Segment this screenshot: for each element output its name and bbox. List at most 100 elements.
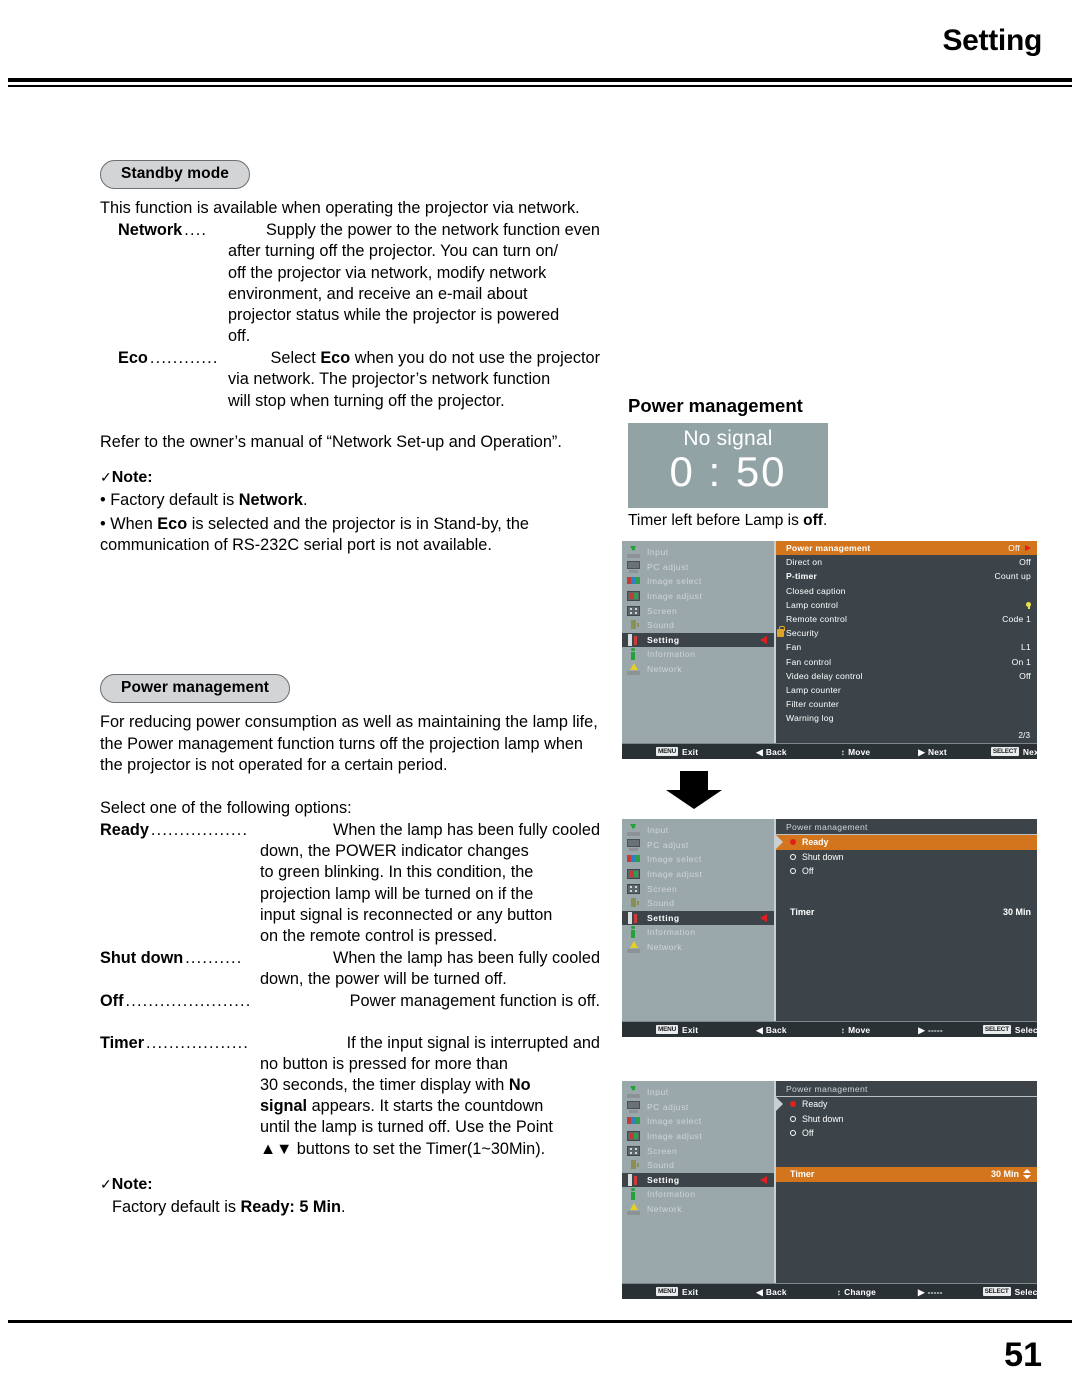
- sidebar-item-information[interactable]: Information: [622, 925, 774, 940]
- bar-action-select[interactable]: SELECT Select: [982, 1287, 1041, 1297]
- bar-action-select[interactable]: SELECT Select: [982, 1025, 1041, 1035]
- section-power-management: Power management For reducing power cons…: [100, 674, 600, 1217]
- menu-item-warning-log[interactable]: Warning log: [776, 711, 1037, 725]
- sidebar-item-information[interactable]: Information: [622, 1187, 774, 1202]
- menu-item-label: Fan: [786, 642, 802, 653]
- sidebar-item-image-select[interactable]: Image select: [622, 574, 774, 589]
- definition-line: When the lamp has been fully cooled: [333, 949, 600, 968]
- menu-item-value: Code 1: [1002, 614, 1031, 625]
- sidebar-item-screen[interactable]: Screen: [622, 603, 774, 618]
- sidebar-item-image-adjust[interactable]: Image adjust: [622, 589, 774, 604]
- menu-item-fan-control[interactable]: Fan control On 1: [776, 655, 1037, 669]
- definition-line: input signal is reconnected or any butto…: [260, 905, 553, 924]
- setting-icon: [626, 1173, 641, 1186]
- timer-setting-row[interactable]: Timer 30 Min: [776, 905, 1037, 920]
- sidebar-item-sound[interactable]: Sound: [622, 896, 774, 911]
- select-key-icon: SELECT: [990, 747, 1019, 756]
- sidebar-item-image-adjust[interactable]: Image adjust: [622, 1129, 774, 1144]
- menu-item-remote-control[interactable]: Remote control Code 1: [776, 612, 1037, 626]
- option-off[interactable]: Off: [776, 864, 1037, 879]
- sidebar-item-image-adjust[interactable]: Image adjust: [622, 867, 774, 882]
- sidebar-item-label: Screen: [647, 883, 678, 894]
- menu-item-lamp-counter[interactable]: Lamp counter: [776, 683, 1037, 697]
- up-down-stepper-icon[interactable]: [1023, 1169, 1031, 1180]
- menu-item-lamp-control[interactable]: Lamp control: [776, 598, 1037, 612]
- no-signal-caption: Timer left before Lamp is off.: [628, 512, 828, 529]
- menu-item-closed-caption[interactable]: Closed caption: [776, 584, 1037, 598]
- definition-leader: ..........: [185, 949, 243, 968]
- sidebar-item-network[interactable]: Network: [622, 1202, 774, 1217]
- sidebar-item-image-select[interactable]: Image select: [622, 852, 774, 867]
- sidebar-item-sound[interactable]: Sound: [622, 1158, 774, 1173]
- timer-setting-row[interactable]: Timer 30 Min: [776, 1166, 1037, 1182]
- sidebar-item-network[interactable]: Network: [622, 940, 774, 955]
- menu-key-icon: MENU: [656, 1287, 679, 1296]
- option-off[interactable]: Off: [776, 1126, 1037, 1141]
- image-adjust-icon: [626, 1130, 641, 1142]
- bar-action-exit[interactable]: MENU Exit: [656, 747, 698, 757]
- bar-action-exit[interactable]: MENU Exit: [656, 1025, 698, 1035]
- sidebar-item-pc-adjust[interactable]: PC adjust: [622, 838, 774, 853]
- bar-action-placeholder[interactable]: ▶ -----: [918, 1287, 943, 1297]
- bar-action-back[interactable]: ◀ Back: [756, 1287, 786, 1297]
- timer-value: 30 Min: [990, 1169, 1019, 1180]
- sidebar-item-pc-adjust[interactable]: PC adjust: [622, 1100, 774, 1115]
- bar-action-select-next[interactable]: SELECT Next: [990, 747, 1042, 757]
- sidebar-item-network[interactable]: Network: [622, 662, 774, 677]
- note-check-icon: ✓: [100, 468, 112, 485]
- bar-action-placeholder[interactable]: ▶ -----: [918, 1025, 943, 1035]
- sidebar-item-information[interactable]: Information: [622, 647, 774, 662]
- definition-leader: ....: [184, 221, 208, 240]
- menu-item-power-management[interactable]: Power management Off: [776, 541, 1037, 556]
- right-column-title: Power management: [628, 395, 803, 416]
- bar-action-move[interactable]: ↕ Move: [841, 1025, 871, 1035]
- option-label: Ready: [802, 1099, 828, 1110]
- sidebar-item-screen[interactable]: Screen: [622, 1143, 774, 1158]
- timer-label: Timer: [790, 1169, 815, 1180]
- image-adjust-icon: [626, 590, 641, 602]
- option-label: Off: [802, 866, 814, 877]
- sidebar-item-label: Information: [647, 927, 696, 938]
- menu-item-direct-on[interactable]: Direct on Off: [776, 555, 1037, 569]
- option-ready[interactable]: Ready: [776, 1097, 1037, 1112]
- sidebar-item-image-select[interactable]: Image select: [622, 1114, 774, 1129]
- header-rule-thick: [8, 78, 1072, 82]
- sidebar-item-sound[interactable]: Sound: [622, 618, 774, 633]
- sidebar-item-input[interactable]: Input: [622, 545, 774, 560]
- sidebar-item-setting[interactable]: Setting: [622, 910, 774, 926]
- sidebar-item-label: Information: [647, 649, 696, 660]
- option-shut-down[interactable]: Shut down: [776, 1112, 1037, 1127]
- header-rule-thin: [8, 85, 1072, 87]
- sidebar-item-label: Image select: [647, 854, 702, 865]
- definition-line: 30 seconds, the timer display with No: [260, 1075, 531, 1094]
- menu-item-filter-counter[interactable]: Filter counter: [776, 697, 1037, 711]
- bar-action-exit[interactable]: MENU Exit: [656, 1287, 698, 1297]
- sidebar-item-input[interactable]: Input: [622, 1085, 774, 1100]
- bar-action-back[interactable]: ◀ Back: [756, 1025, 786, 1035]
- definition-line: signal appears. It starts the countdown: [260, 1097, 544, 1116]
- no-signal-countdown: 0 : 50: [669, 448, 787, 495]
- definition-eco: Eco ............ Select Eco when you do …: [100, 348, 600, 412]
- menu-item-fan[interactable]: Fan L1: [776, 640, 1037, 654]
- menu-item-p-timer[interactable]: P-timer Count up: [776, 569, 1037, 583]
- bar-action-move[interactable]: ↕ Move: [841, 747, 871, 757]
- sidebar-item-input[interactable]: Input: [622, 823, 774, 838]
- standby-note-item: • Factory default is Network.: [100, 490, 308, 509]
- menu-item-label: Video delay control: [786, 670, 863, 681]
- option-shut-down[interactable]: Shut down: [776, 850, 1037, 865]
- bar-action-next[interactable]: ▶ Next: [918, 747, 947, 757]
- bar-action-back[interactable]: ◀ Back: [756, 747, 786, 757]
- bar-action-label: Exit: [682, 746, 699, 757]
- sidebar-item-setting[interactable]: Setting: [622, 632, 774, 648]
- radio-unselected-icon: [790, 868, 796, 875]
- sidebar-item-setting[interactable]: Setting: [622, 1172, 774, 1188]
- bar-action-change[interactable]: ↕ Change: [837, 1287, 876, 1297]
- option-ready[interactable]: Ready: [776, 835, 1037, 850]
- definition-term-eco: Eco: [118, 349, 148, 368]
- page-header: Setting: [0, 0, 1080, 96]
- menu-item-security[interactable]: Security: [776, 626, 1037, 640]
- osd-submenu-panel: Power management Ready Shut down Off Tim…: [774, 819, 1037, 1021]
- menu-item-video-delay-control[interactable]: Video delay control Off: [776, 669, 1037, 683]
- sidebar-item-screen[interactable]: Screen: [622, 881, 774, 896]
- sidebar-item-pc-adjust[interactable]: PC adjust: [622, 560, 774, 575]
